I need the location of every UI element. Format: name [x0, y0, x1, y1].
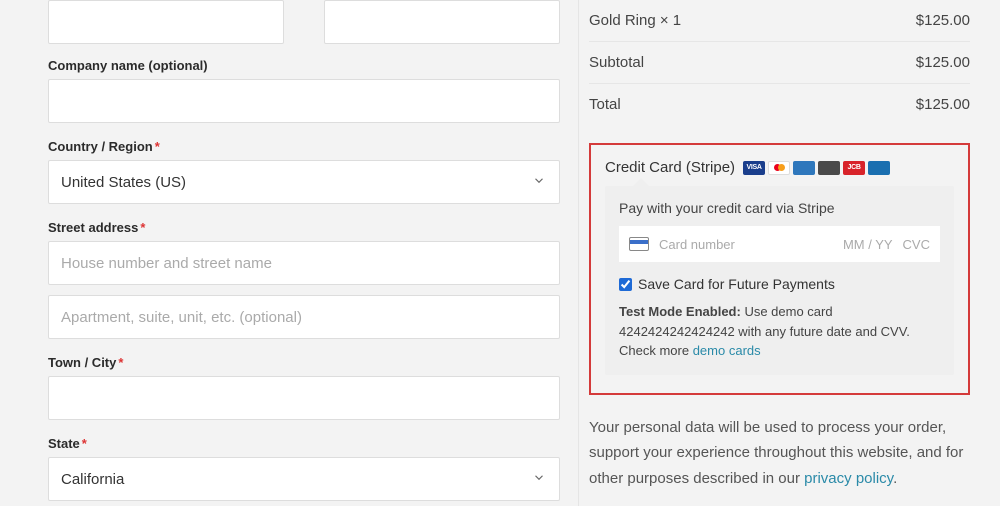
total-label: Total [589, 96, 621, 113]
payment-method-label: Credit Card (Stripe) [605, 159, 735, 176]
country-select[interactable] [48, 160, 560, 204]
street2-field[interactable] [48, 295, 560, 339]
card-exp-placeholder: MM / YY [843, 237, 893, 252]
order-summary: Gold Ring × 1 $125.00 Subtotal $125.00 T… [578, 0, 998, 506]
subtotal-value: $125.00 [916, 54, 970, 71]
total-value: $125.00 [916, 96, 970, 113]
save-card-checkbox[interactable] [619, 278, 632, 291]
card-number-placeholder: Card number [659, 237, 735, 252]
jcb-icon: JCB [843, 161, 865, 175]
street1-field[interactable] [48, 241, 560, 285]
company-label: Company name (optional) [48, 58, 560, 73]
checkout-page: Company name (optional) Country / Region… [0, 0, 1000, 506]
save-card-row[interactable]: Save Card for Future Payments [619, 276, 940, 292]
save-card-label: Save Card for Future Payments [638, 276, 835, 292]
stripe-panel: Pay with your credit card via Stripe Car… [605, 186, 954, 375]
country-label: Country / Region* [48, 139, 560, 154]
card-cvc-placeholder: CVC [903, 237, 930, 252]
card-number-field[interactable]: Card number MM / YY CVC [619, 226, 940, 262]
company-field[interactable] [48, 79, 560, 123]
city-label: Town / City* [48, 355, 560, 370]
payment-method-box: Credit Card (Stripe) VISA JCB Pay with y… [589, 143, 970, 395]
billing-form: Company name (optional) Country / Region… [0, 0, 570, 506]
card-icon [629, 237, 649, 251]
visa-icon: VISA [743, 161, 765, 175]
state-select[interactable] [48, 457, 560, 501]
city-field[interactable] [48, 376, 560, 420]
stripe-intro: Pay with your credit card via Stripe [619, 200, 940, 216]
street-label: Street address* [48, 220, 560, 235]
order-subtotal-row: Subtotal $125.00 [589, 42, 970, 84]
first-name-field[interactable] [48, 0, 284, 44]
privacy-notice: Your personal data will be used to proce… [589, 415, 970, 492]
demo-cards-link[interactable]: demo cards [693, 343, 761, 358]
test-mode-notice: Test Mode Enabled: Use demo card 4242424… [619, 302, 940, 361]
amex-icon [793, 161, 815, 175]
discover-icon [818, 161, 840, 175]
privacy-policy-link[interactable]: privacy policy [804, 470, 893, 487]
diners-icon [868, 161, 890, 175]
item-price: $125.00 [916, 12, 970, 29]
last-name-field[interactable] [324, 0, 560, 44]
order-total-row: Total $125.00 [589, 84, 970, 125]
order-line-item: Gold Ring × 1 $125.00 [589, 0, 970, 42]
subtotal-label: Subtotal [589, 54, 644, 71]
state-label: State* [48, 436, 560, 451]
item-name: Gold Ring × 1 [589, 12, 681, 29]
card-brand-icons: VISA JCB [743, 161, 890, 175]
mastercard-icon [768, 161, 790, 175]
